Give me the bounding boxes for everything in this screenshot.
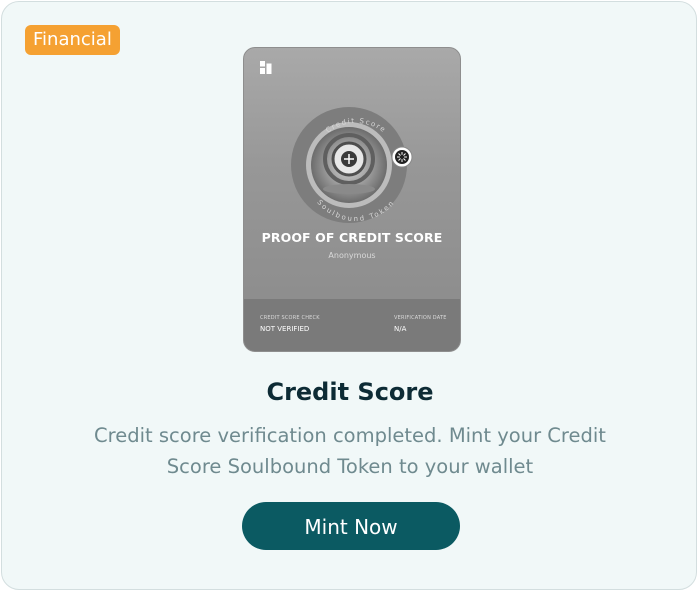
description-line-1: Credit score verification completed. Min… bbox=[94, 424, 606, 447]
credit-score-card: Financial Credit Score Soulbound Token P… bbox=[1, 1, 697, 590]
card-description: Credit score verification completed. Min… bbox=[72, 420, 628, 482]
card-title: Credit Score bbox=[266, 378, 434, 406]
date-value: N/A bbox=[394, 325, 407, 333]
token-title: PROOF OF CREDIT SCORE bbox=[261, 230, 443, 245]
soulbound-token-preview: Credit Score Soulbound Token PROOF OF CR… bbox=[243, 47, 461, 352]
credit-score-emblem-icon: Credit Score Soulbound Token bbox=[291, 107, 413, 223]
description-line-2: Score Soulbound Token to your wallet bbox=[166, 455, 534, 478]
token-subtitle: Anonymous bbox=[328, 251, 376, 260]
check-value: NOT VERIFIED bbox=[260, 325, 310, 333]
date-label: VERIFICATION DATE bbox=[394, 315, 447, 321]
token-footer: CREDIT SCORE CHECK NOT VERIFIED VERIFICA… bbox=[244, 299, 460, 351]
category-badge: Financial bbox=[25, 25, 120, 55]
check-label: CREDIT SCORE CHECK bbox=[260, 315, 320, 321]
brand-logo-icon bbox=[260, 61, 272, 74]
mint-now-button[interactable]: Mint Now bbox=[242, 502, 460, 550]
